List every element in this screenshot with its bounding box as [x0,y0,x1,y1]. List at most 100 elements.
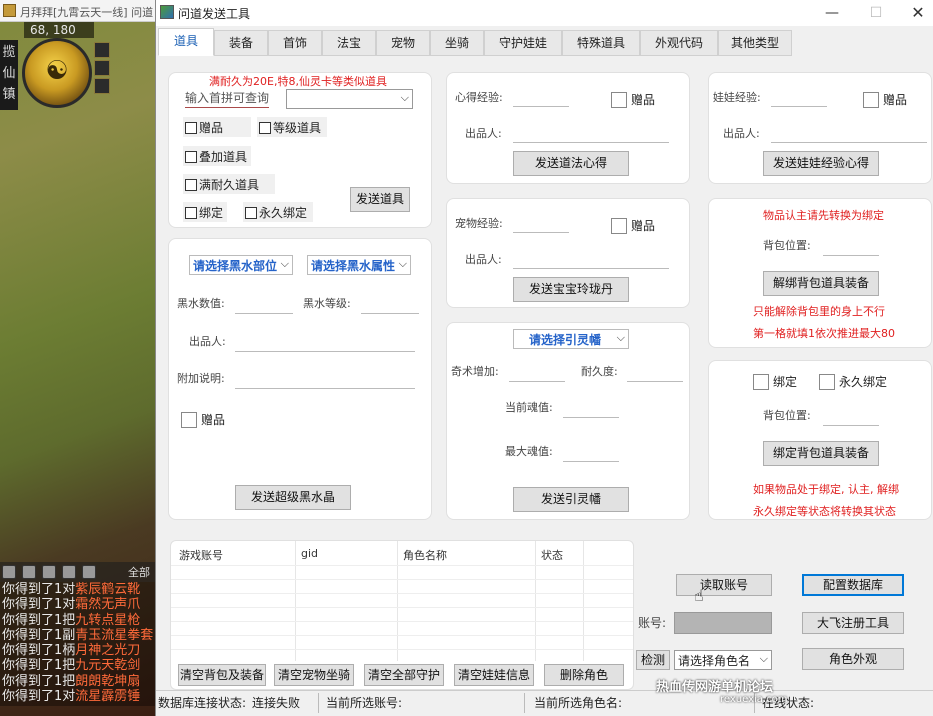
black-water-level-label: 黑水等级: [303,297,351,310]
chat-line: 你得到了1对紫辰鹤云靴 [2,582,156,597]
pet-gift-checkbox[interactable]: 赠品 [611,217,655,234]
bind-button[interactable]: 绑定背包道具装备 [763,441,879,466]
delete-role-button[interactable]: 删除角色 [544,664,624,686]
black-water-attr-select[interactable]: 请选择黑水属性 ⌵ [307,255,411,275]
side-menu-item[interactable]: 仙 [0,63,18,84]
black-water-level-input[interactable] [361,313,419,314]
checkbox-icon [753,374,769,390]
pet-producer-input[interactable] [513,268,669,269]
unbind-slot-input[interactable] [823,255,879,256]
current-soul-input[interactable] [563,417,619,418]
minimize-button[interactable]: — [810,0,854,26]
game-menu-icon[interactable] [94,42,110,58]
black-water-value-input[interactable] [235,313,293,314]
unbind-button[interactable]: 解绑背包道具装备 [763,271,879,296]
chevron-down-icon: ⌵ [616,331,625,344]
chat-settings-icon[interactable] [2,565,16,579]
full-durability-checkbox[interactable]: 满耐久道具 [183,174,275,194]
chat-expand-icon[interactable] [82,565,96,579]
send-pet-button[interactable]: 发送宝宝玲珑丹 [513,277,629,302]
chat-emoji-icon[interactable] [22,565,36,579]
gift-checkbox[interactable]: 赠品 [183,117,251,137]
heart-producer-input[interactable] [513,142,669,143]
role-select[interactable]: 请选择角色名 ⌵ [674,650,772,670]
chat-prefix: 你得到了1把 [2,673,76,689]
chat-mail-icon[interactable] [62,565,76,579]
heart-exp-panel: 心得经验: 赠品 出品人: 发送道法心得 [446,72,690,184]
maximize-button[interactable]: ☐ [854,0,898,26]
game-menu-icon[interactable] [94,78,110,94]
doll-exp-label: 娃娃经验: [713,91,761,104]
row-divider [171,635,633,636]
tab-artifact[interactable]: 法宝 [322,30,376,56]
clear-doll-button[interactable]: 清空娃娃信息 [454,664,534,686]
doll-gift-checkbox[interactable]: 赠品 [863,91,907,108]
bind-note-2: 永久绑定等状态将转换其状态 [753,505,896,518]
doll-producer-input[interactable] [771,142,927,143]
config-db-button[interactable]: 配置数据库 [802,574,904,596]
chat-prefix: 你得到了1对 [2,597,76,613]
send-soul-banner-button[interactable]: 发送引灵幡 [513,487,629,512]
select-value: 请选择角色名 [678,654,751,668]
send-tool-window: 问道发送工具 — ☐ ✕ 道具 装备 首饰 法宝 宠物 坐骑 守护娃娃 特殊道具… [155,0,933,716]
bind-checkbox[interactable]: 绑定 [183,202,227,222]
unbind-slot-label: 背包位置: [763,239,811,252]
tab-other-types[interactable]: 其他类型 [718,30,792,56]
tab-guardian-doll[interactable]: 守护娃娃 [484,30,562,56]
game-side-menu[interactable]: 揽 仙 镇 [0,40,18,110]
stack-item-checkbox[interactable]: 叠加道具 [183,146,251,166]
item-search-input[interactable]: 输入首拼可查询 [185,89,270,108]
tab-special-items[interactable]: 特殊道具 [562,30,640,56]
send-doll-button[interactable]: 发送娃娃经验心得 [763,151,879,176]
account-input[interactable] [674,612,772,634]
black-water-gift-checkbox[interactable]: 赠品 [181,411,225,428]
black-water-producer-input[interactable] [235,351,415,352]
chat-item-name: 流星霹雳锤 [75,689,141,705]
tab-pet[interactable]: 宠物 [376,30,430,56]
check-button[interactable]: 检测 [636,650,670,670]
read-account-button[interactable]: 读取账号 [676,574,772,596]
send-black-water-button[interactable]: 发送超级黑水晶 [235,485,351,510]
tab-appearance-code[interactable]: 外观代码 [640,30,718,56]
perm-bind-checkbox[interactable]: 永久绑定 [819,373,887,390]
unbind-hint: 物品认主请先转换为绑定 [763,209,884,222]
checkbox-icon [819,374,835,390]
clear-guardian-button[interactable]: 清空全部守护 [364,664,444,686]
side-menu-item[interactable]: 揽 [0,42,18,63]
heart-gift-checkbox[interactable]: 赠品 [611,91,655,108]
send-heart-button[interactable]: 发送道法心得 [513,151,629,176]
role-appearance-button[interactable]: 角色外观 [802,648,904,670]
soul-banner-panel: 请选择引灵幡 ⌵ 奇术增加: 耐久度: 当前魂值: 最大魂值: 发送引灵幡 [446,322,690,520]
heart-exp-input[interactable] [513,106,569,107]
clear-pet-mount-button[interactable]: 清空宠物坐骑 [274,664,354,686]
max-soul-input[interactable] [563,461,619,462]
magic-increase-input[interactable] [509,381,565,382]
tab-mount[interactable]: 坐骑 [430,30,484,56]
watermark-url: rexuexia.com [720,694,788,705]
black-water-value-label: 黑水数值: [177,297,225,310]
clear-bag-button[interactable]: 清空背包及装备 [178,664,266,686]
tab-equipment[interactable]: 装备 [214,30,268,56]
black-water-note-input[interactable] [235,388,415,389]
register-tool-button[interactable]: 大飞注册工具 [802,612,904,634]
send-item-button[interactable]: 发送道具 [350,187,410,212]
item-select[interactable]: ⌵ [286,89,413,109]
close-button[interactable]: ✕ [896,0,933,26]
level-item-checkbox[interactable]: 等级道具 [257,117,327,137]
checkbox-label: 赠品 [201,413,226,427]
durability-input[interactable] [627,381,683,382]
chat-voice-icon[interactable] [42,565,56,579]
doll-exp-input[interactable] [771,106,827,107]
black-water-part-select[interactable]: 请选择黑水部位 ⌵ [189,255,293,275]
side-menu-item[interactable]: 镇 [0,84,18,105]
perm-bind-checkbox[interactable]: 永久绑定 [243,202,313,222]
pet-exp-input[interactable] [513,232,569,233]
soul-banner-select[interactable]: 请选择引灵幡 ⌵ [513,329,629,349]
tab-jewelry[interactable]: 首饰 [268,30,322,56]
bind-slot-input[interactable] [823,425,879,426]
tab-items[interactable]: 道具 [158,28,214,56]
chat-tab[interactable]: 全部 [128,564,150,580]
game-menu-icon[interactable] [94,60,110,76]
bind-checkbox[interactable]: 绑定 [753,373,797,390]
chat-prefix: 你得到了1对 [2,582,76,597]
